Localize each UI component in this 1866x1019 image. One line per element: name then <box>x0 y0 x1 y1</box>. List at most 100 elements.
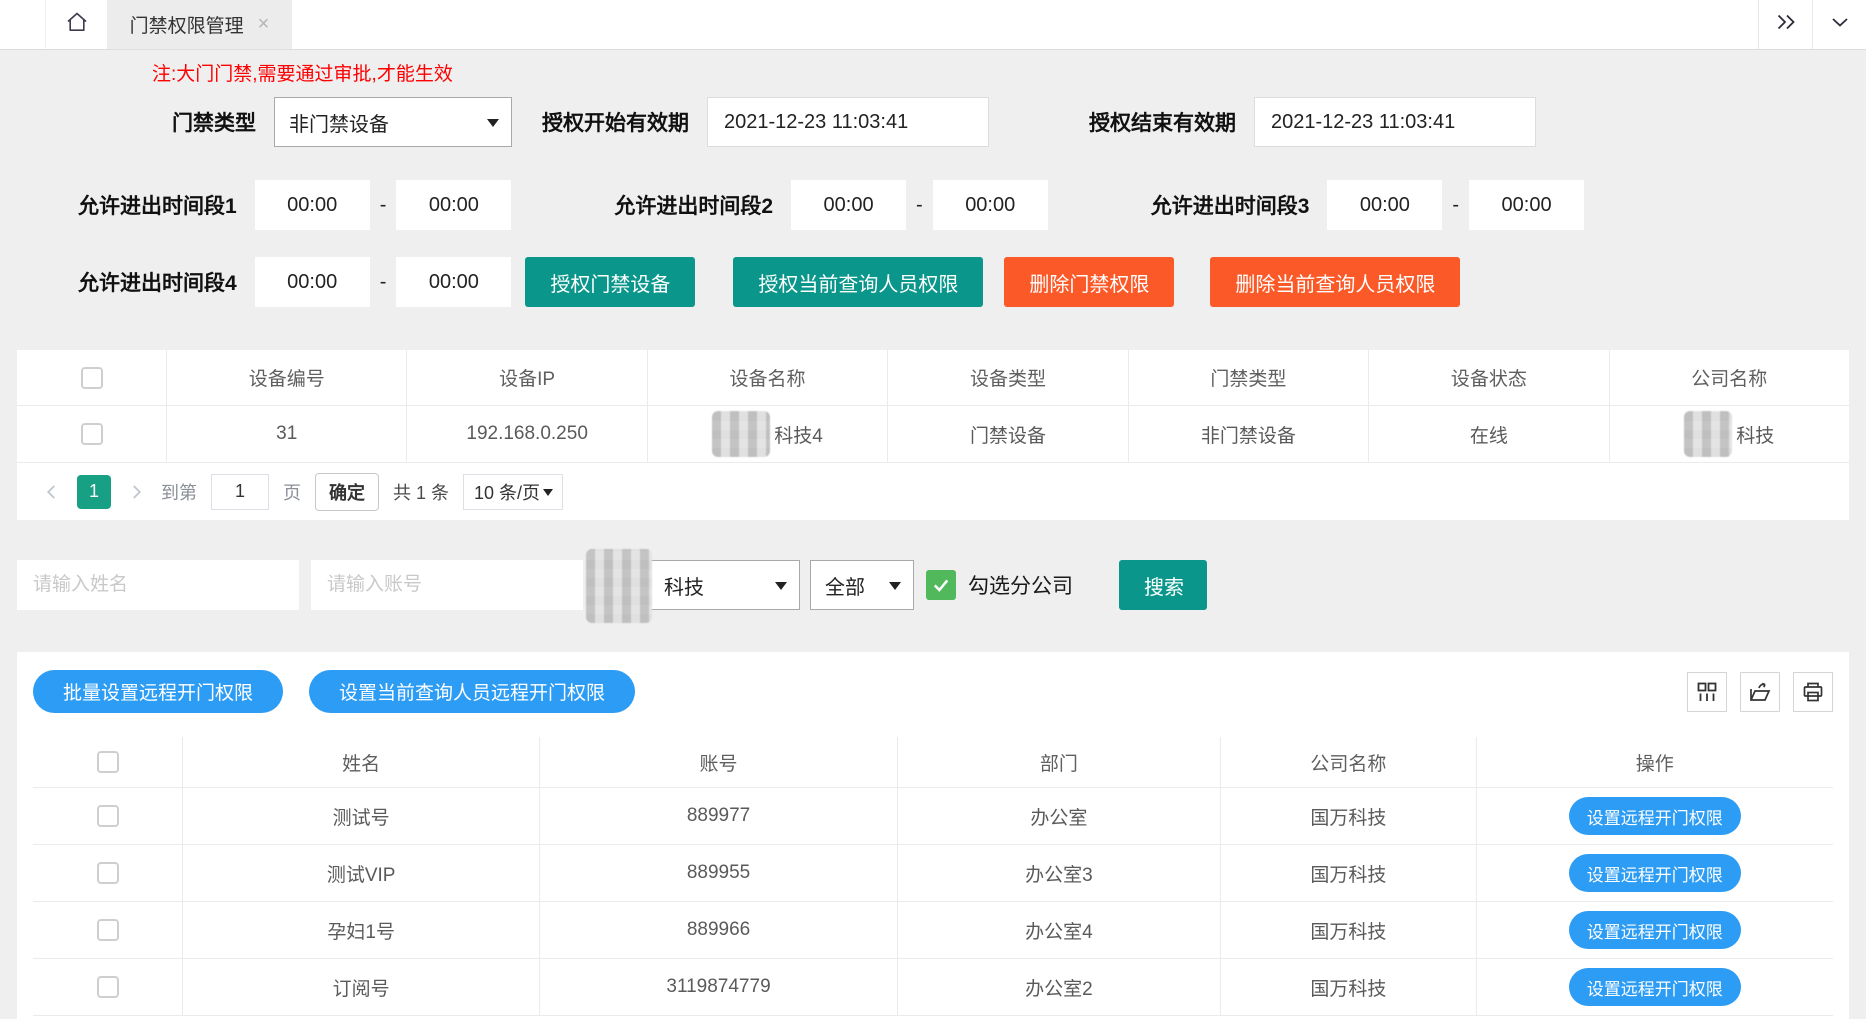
page-size-value: 10 条/页 <box>474 479 540 505</box>
period4-from-value: 00:00 <box>287 271 337 294</box>
person-table-header-row: 姓名 账号 部门 公司名称 操作 <box>33 737 1833 788</box>
person-header-account: 账号 <box>540 737 897 787</box>
period4-label: 允许进出时间段4 <box>78 267 237 297</box>
person-row-checkbox[interactable] <box>97 976 119 998</box>
column-settings-button[interactable] <box>1687 672 1727 712</box>
person-name-cell: 孕妇1号 <box>183 902 540 958</box>
select-arrow-icon <box>543 489 553 496</box>
period1-to-field[interactable]: 00:00 <box>396 180 511 230</box>
period2-label: 允许进出时间段2 <box>614 190 773 220</box>
goto-confirm-button[interactable]: 确定 <box>315 473 379 511</box>
company-select-value: 科技 <box>664 571 704 600</box>
person-checkbox-cell <box>33 902 183 958</box>
period4-to-field[interactable]: 00:00 <box>396 257 511 307</box>
period3-to-field[interactable]: 00:00 <box>1469 180 1584 230</box>
tabs-menu-button[interactable] <box>1812 0 1866 49</box>
branch-company-checkbox[interactable] <box>926 570 956 600</box>
person-row-checkbox[interactable] <box>97 919 119 941</box>
tab-door-permission[interactable]: 门禁权限管理 × <box>107 0 292 49</box>
select-arrow-icon <box>889 582 901 590</box>
account-search-input[interactable] <box>311 560 583 610</box>
print-button[interactable] <box>1793 672 1833 712</box>
delete-current-persons-permission-button[interactable]: 删除当前查询人员权限 <box>1210 257 1460 307</box>
auth-start-datetime-field[interactable]: 2021-12-23 11:03:41 <box>707 97 989 147</box>
period2-to-value: 00:00 <box>965 194 1015 217</box>
export-button[interactable] <box>1740 672 1780 712</box>
door-type-label: 门禁类型 <box>172 107 256 137</box>
select-arrow-icon <box>487 119 499 127</box>
goto-page-input[interactable] <box>211 474 269 510</box>
door-type-select[interactable]: 非门禁设备 <box>274 97 512 147</box>
person-row-checkbox[interactable] <box>97 805 119 827</box>
set-remote-open-permission-button[interactable]: 设置远程开门权限 <box>1569 854 1741 892</box>
person-department-cell: 办公室3 <box>898 845 1221 901</box>
device-row-checkbox[interactable] <box>81 423 103 445</box>
auth-end-datetime-field[interactable]: 2021-12-23 11:03:41 <box>1254 97 1536 147</box>
person-checkbox-cell <box>33 959 183 1015</box>
scope-select-value: 全部 <box>825 571 865 600</box>
page-size-select[interactable]: 10 条/页 <box>463 474 563 510</box>
page-unit-label: 页 <box>283 479 301 505</box>
redacted-company-prefix <box>1684 411 1732 457</box>
device-header-type: 设备类型 <box>888 350 1128 405</box>
device-header-ip: 设备IP <box>407 350 647 405</box>
total-count-label: 共 1 条 <box>393 479 449 505</box>
person-row-checkbox[interactable] <box>97 862 119 884</box>
person-name-cell: 测试VIP <box>183 845 540 901</box>
person-header-name: 姓名 <box>183 737 540 787</box>
period2-from-field[interactable]: 00:00 <box>791 180 906 230</box>
person-action-cell: 设置远程开门权限 <box>1477 959 1833 1015</box>
next-page-button[interactable] <box>125 483 147 501</box>
set-remote-open-permission-button[interactable]: 设置远程开门权限 <box>1569 968 1741 1006</box>
current-page-button[interactable]: 1 <box>77 475 111 509</box>
tabs-scroll-right-button[interactable] <box>1758 0 1812 49</box>
authorize-current-persons-button[interactable]: 授权当前查询人员权限 <box>733 257 983 307</box>
person-department-cell: 办公室2 <box>898 959 1221 1015</box>
name-search-input[interactable] <box>17 560 299 610</box>
device-company-cell: 科技 <box>1610 406 1849 462</box>
prev-page-button[interactable] <box>41 483 63 501</box>
batch-set-remote-open-button[interactable]: 批量设置远程开门权限 <box>33 670 283 713</box>
person-company-cell: 国万科技 <box>1221 788 1477 844</box>
scope-select[interactable]: 全部 <box>810 560 914 610</box>
person-name-cell: 测试号 <box>183 788 540 844</box>
remote-open-panel: 批量设置远程开门权限 设置当前查询人员远程开门权限 <box>17 652 1849 1019</box>
period4-to-value: 00:00 <box>429 271 479 294</box>
redacted-company-select-prefix <box>586 549 652 623</box>
authorize-device-button[interactable]: 授权门禁设备 <box>525 257 695 307</box>
person-table-row: 订阅号 3119874779 办公室2 国万科技 设置远程开门权限 <box>33 959 1833 1016</box>
set-remote-open-permission-button[interactable]: 设置远程开门权限 <box>1569 797 1741 835</box>
period4-from-field[interactable]: 00:00 <box>255 257 370 307</box>
tab-close-icon[interactable]: × <box>258 13 270 36</box>
redacted-device-name-prefix <box>712 411 770 457</box>
period3-from-field[interactable]: 00:00 <box>1327 180 1442 230</box>
select-all-devices-checkbox[interactable] <box>81 367 103 389</box>
chevron-down-icon <box>1828 10 1852 39</box>
auth-end-datetime-value: 2021-12-23 11:03:41 <box>1271 111 1455 134</box>
delete-permission-button[interactable]: 删除门禁权限 <box>1004 257 1174 307</box>
person-header-checkbox-cell <box>33 737 183 787</box>
remote-open-toolbar: 批量设置远程开门权限 设置当前查询人员远程开门权限 <box>33 670 1833 713</box>
device-door-type-cell: 非门禁设备 <box>1129 406 1369 462</box>
period3-dash: - <box>1452 194 1459 217</box>
period1-from-field[interactable]: 00:00 <box>255 180 370 230</box>
device-table-pagination: 1 到第 页 确定 共 1 条 10 条/页 <box>17 463 1849 520</box>
company-select[interactable]: 科技 <box>595 560 800 610</box>
home-tab-button[interactable] <box>45 0 107 49</box>
set-current-persons-remote-open-button[interactable]: 设置当前查询人员远程开门权限 <box>309 670 635 713</box>
person-action-cell: 设置远程开门权限 <box>1477 902 1833 958</box>
approval-notice: 注:大门门禁,需要通过审批,才能生效 <box>152 62 1866 88</box>
device-status-cell: 在线 <box>1369 406 1609 462</box>
period2-to-field[interactable]: 00:00 <box>933 180 1048 230</box>
device-header-status: 设备状态 <box>1369 350 1609 405</box>
device-header-checkbox-cell <box>17 350 167 405</box>
select-all-persons-checkbox[interactable] <box>97 751 119 773</box>
device-table-header-row: 设备编号 设备IP 设备名称 设备类型 门禁类型 设备状态 公司名称 <box>17 350 1849 406</box>
checkmark-icon <box>931 575 951 595</box>
set-remote-open-permission-button[interactable]: 设置远程开门权限 <box>1569 911 1741 949</box>
tab-bar-spacer <box>292 0 1758 49</box>
search-button[interactable]: 搜索 <box>1119 560 1207 610</box>
person-checkbox-cell <box>33 788 183 844</box>
columns-icon <box>1695 680 1719 704</box>
person-table-row: 孕妇1号 889966 办公室4 国万科技 设置远程开门权限 <box>33 902 1833 959</box>
